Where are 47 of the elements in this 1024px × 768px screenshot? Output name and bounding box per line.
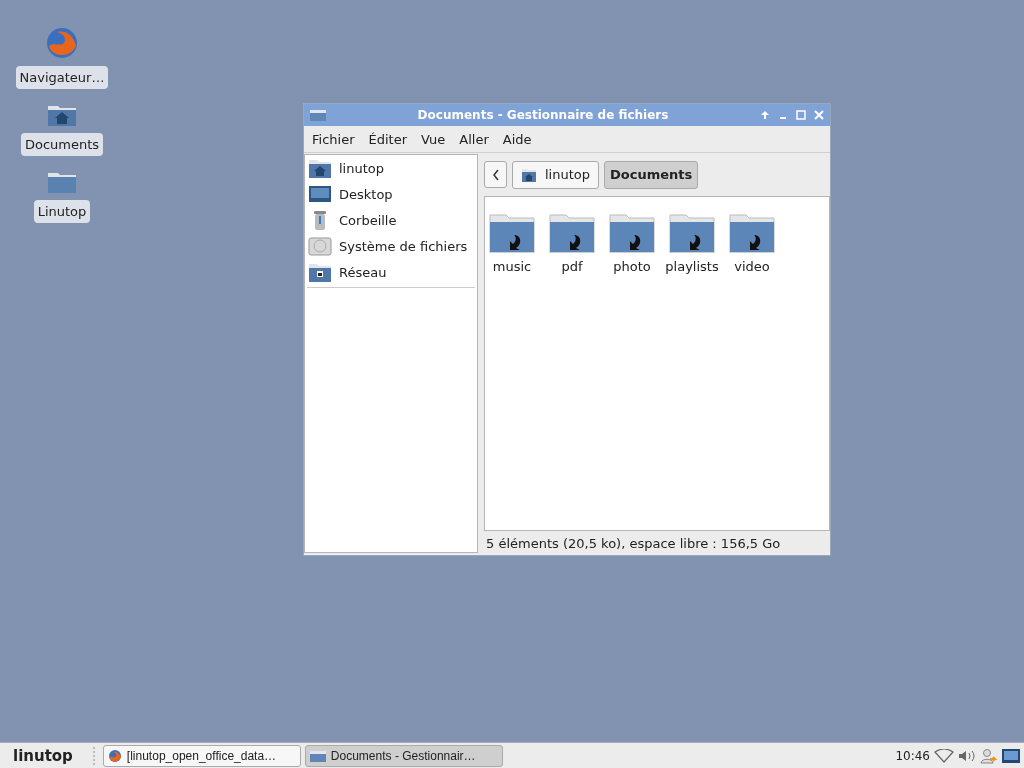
folder-label[interactable]: photo: [613, 259, 651, 274]
sidebar-item[interactable]: Réseau: [339, 264, 387, 280]
folder-icon: [309, 749, 326, 762]
taskbar-button[interactable]: [linutop_open_office_data…: [102, 744, 301, 767]
folder-icon[interactable]: [47, 170, 77, 194]
menu-item[interactable]: Aide: [498, 131, 536, 147]
folder-icon: [310, 109, 326, 121]
home-folder-icon: [308, 158, 332, 178]
sidebar-item[interactable]: linutop: [339, 160, 384, 176]
folder-link-icon[interactable]: [669, 213, 715, 253]
folder-link-icon[interactable]: [609, 213, 655, 253]
speaker-icon[interactable]: [958, 748, 976, 763]
sidebar-item[interactable]: Corbeille: [339, 212, 397, 228]
clock[interactable]: 10:46: [895, 748, 930, 763]
close-icon[interactable]: [814, 110, 824, 120]
folder-label[interactable]: music: [492, 259, 532, 274]
folder-label[interactable]: playlists: [665, 259, 719, 274]
folder-label[interactable]: video: [734, 259, 770, 274]
path-button[interactable]: Documents: [604, 160, 699, 189]
desktop-icon: [308, 184, 332, 204]
window-icon[interactable]: [1002, 748, 1020, 763]
chevron-left-icon: [491, 168, 500, 181]
path-button[interactable]: linutop: [512, 160, 599, 189]
menu-item[interactable]: Aller: [455, 131, 493, 147]
wifi-icon[interactable]: [934, 748, 954, 763]
globe-icon: [107, 748, 122, 763]
sidebar-item[interactable]: Desktop: [339, 186, 393, 202]
hard-drive-icon: [308, 236, 332, 256]
network-folder-icon: [308, 262, 332, 282]
logo[interactable]: linutop: [13, 746, 73, 765]
menu-item[interactable]: Éditer: [364, 131, 412, 147]
arrow-up-icon[interactable]: [760, 110, 770, 120]
back-button[interactable]: [484, 161, 507, 188]
sidebar-item[interactable]: Système de fichiers: [339, 238, 468, 254]
taskbar-button[interactable]: Documents - Gestionnair…: [304, 744, 503, 767]
folder-link-icon[interactable]: [729, 213, 775, 253]
status-text: 5 éléments (20,5 ko), espace libre : 156,5 Go: [486, 535, 781, 551]
desktop-icon-label[interactable]: Linutop: [33, 200, 91, 223]
window-title: Documents - Gestionnaire de fichiers: [416, 108, 670, 122]
folder-link-icon[interactable]: [549, 213, 595, 253]
folder-link-icon[interactable]: [489, 213, 535, 253]
home-folder-icon[interactable]: [47, 103, 77, 127]
desktop-icon-label[interactable]: Navigateur…: [15, 66, 109, 89]
desktop-icon-label[interactable]: Documents: [20, 133, 104, 156]
folder-label[interactable]: pdf: [561, 259, 583, 274]
menu-item[interactable]: Vue: [417, 131, 450, 147]
menu-item[interactable]: Fichier: [308, 131, 359, 147]
